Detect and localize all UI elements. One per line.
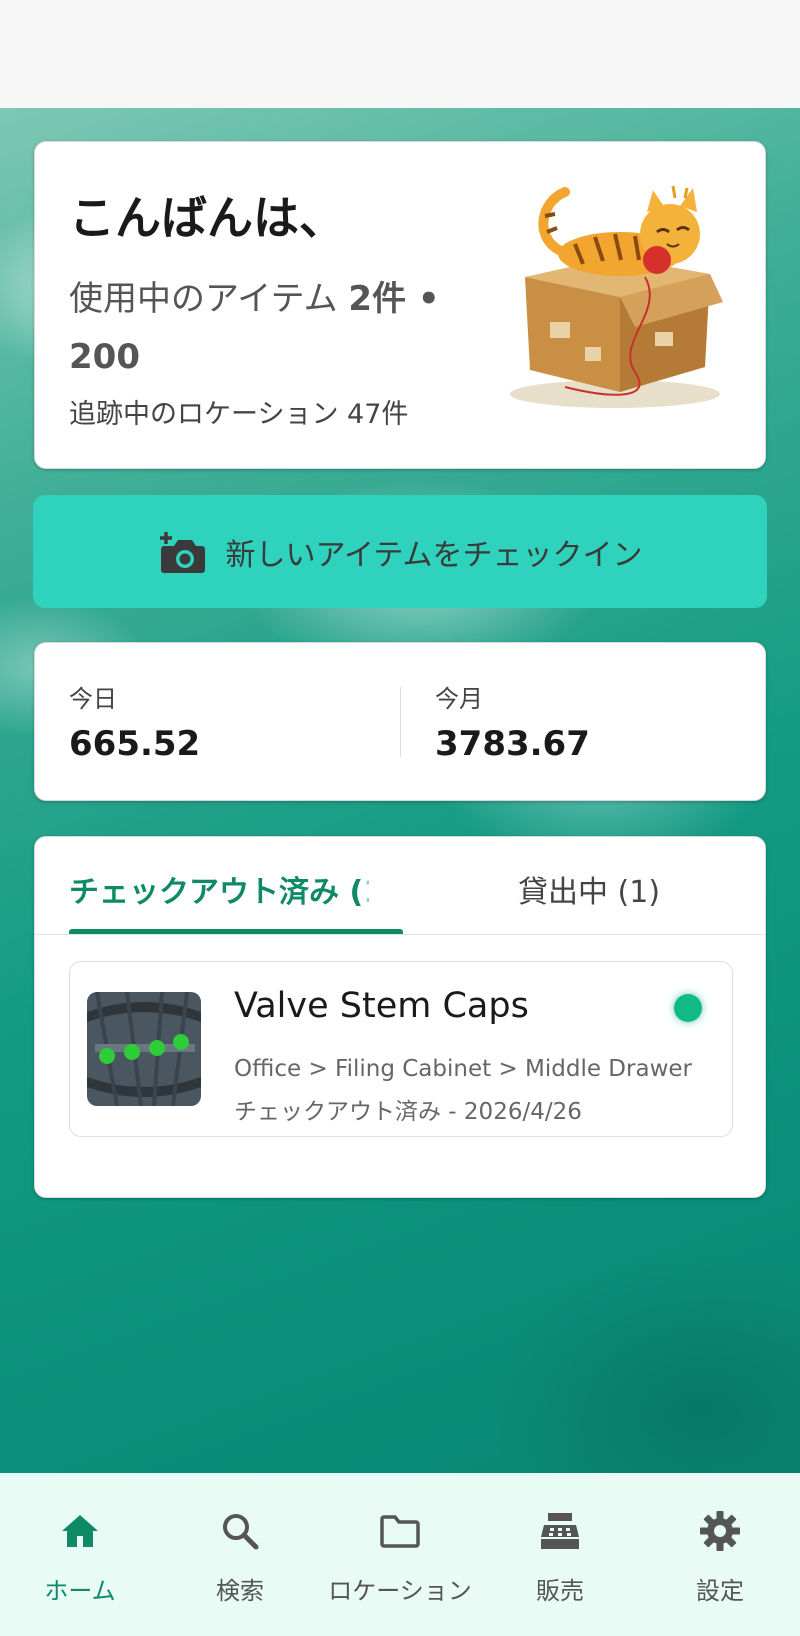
status-area bbox=[0, 0, 800, 108]
cat-in-box-illustration bbox=[510, 185, 723, 408]
tabs-divider bbox=[35, 934, 765, 935]
tab-checked-out-count: 1 bbox=[363, 875, 369, 910]
bottom-navigation: ホーム 検索 ロケーション 販売 設定 bbox=[0, 1473, 800, 1636]
home-icon bbox=[62, 1515, 98, 1547]
gear-icon bbox=[700, 1511, 740, 1551]
nav-sales-label: 販売 bbox=[536, 1577, 584, 1605]
status-indicator-dot bbox=[674, 994, 702, 1022]
greeting-title: こんばんは、 bbox=[69, 191, 345, 245]
check-in-button-label: 新しいアイテムをチェックイン bbox=[225, 537, 643, 573]
today-label: 今日 bbox=[69, 685, 117, 713]
stats-divider bbox=[400, 687, 401, 757]
nav-home-label: ホーム bbox=[44, 1577, 116, 1605]
check-in-new-item-button[interactable]: 新しいアイテムをチェックイン bbox=[33, 495, 767, 608]
greeting-card: こんばんは、 使用中のアイテム 2件 • 200 追跡中のロケーション 47件 bbox=[34, 141, 766, 469]
nav-search[interactable]: 検索 bbox=[160, 1509, 320, 1606]
list-item[interactable]: Valve Stem Caps Office > Filing Cabinet … bbox=[69, 961, 733, 1137]
search-icon bbox=[223, 1514, 259, 1550]
nav-home[interactable]: ホーム bbox=[0, 1509, 160, 1606]
items-tabs-card: チェックアウト済み (1 貸出中 (1) Valve Stem Caps Off… bbox=[34, 836, 766, 1198]
nav-locations-label: ロケーション bbox=[328, 1577, 472, 1605]
today-stat: 今日 665.52 bbox=[69, 679, 200, 764]
cash-register-icon bbox=[541, 1513, 579, 1549]
nav-sales[interactable]: 販売 bbox=[480, 1509, 640, 1606]
items-in-use-label: 使用中のアイテム bbox=[69, 279, 349, 319]
items-in-use-summary: 使用中のアイテム 2件 • 200 bbox=[69, 270, 459, 386]
today-value: 665.52 bbox=[69, 724, 201, 764]
nav-settings[interactable]: 設定 bbox=[640, 1509, 800, 1606]
month-label: 今月 bbox=[435, 685, 483, 713]
item-location-path: Office > Filing Cabinet > Middle Drawer bbox=[234, 1056, 692, 1082]
app-screen: こんばんは、 使用中のアイテム 2件 • 200 追跡中のロケーション 47件 bbox=[0, 0, 800, 1636]
nav-settings-label: 設定 bbox=[696, 1577, 744, 1605]
folder-icon bbox=[380, 1515, 420, 1548]
month-value: 3783.67 bbox=[435, 724, 590, 764]
add-camera-icon bbox=[159, 531, 205, 573]
tab-lent[interactable]: 貸出中 (1) bbox=[518, 867, 660, 911]
stats-card: 今日 665.52 今月 3783.67 bbox=[34, 642, 766, 801]
item-name: Valve Stem Caps bbox=[234, 986, 529, 1026]
nav-locations[interactable]: ロケーション bbox=[320, 1509, 480, 1606]
tab-checked-out-label: チェックアウト済み ( bbox=[69, 875, 364, 910]
tab-checked-out[interactable]: チェックアウト済み (1 bbox=[69, 867, 369, 911]
nav-search-label: 検索 bbox=[216, 1577, 264, 1605]
item-thumbnail bbox=[87, 992, 201, 1106]
tracked-locations-summary: 追跡中のロケーション 47件 bbox=[69, 399, 409, 430]
month-stat: 今月 3783.67 bbox=[435, 679, 590, 764]
item-status-text: チェックアウト済み - 2026/4/26 bbox=[234, 1099, 582, 1125]
